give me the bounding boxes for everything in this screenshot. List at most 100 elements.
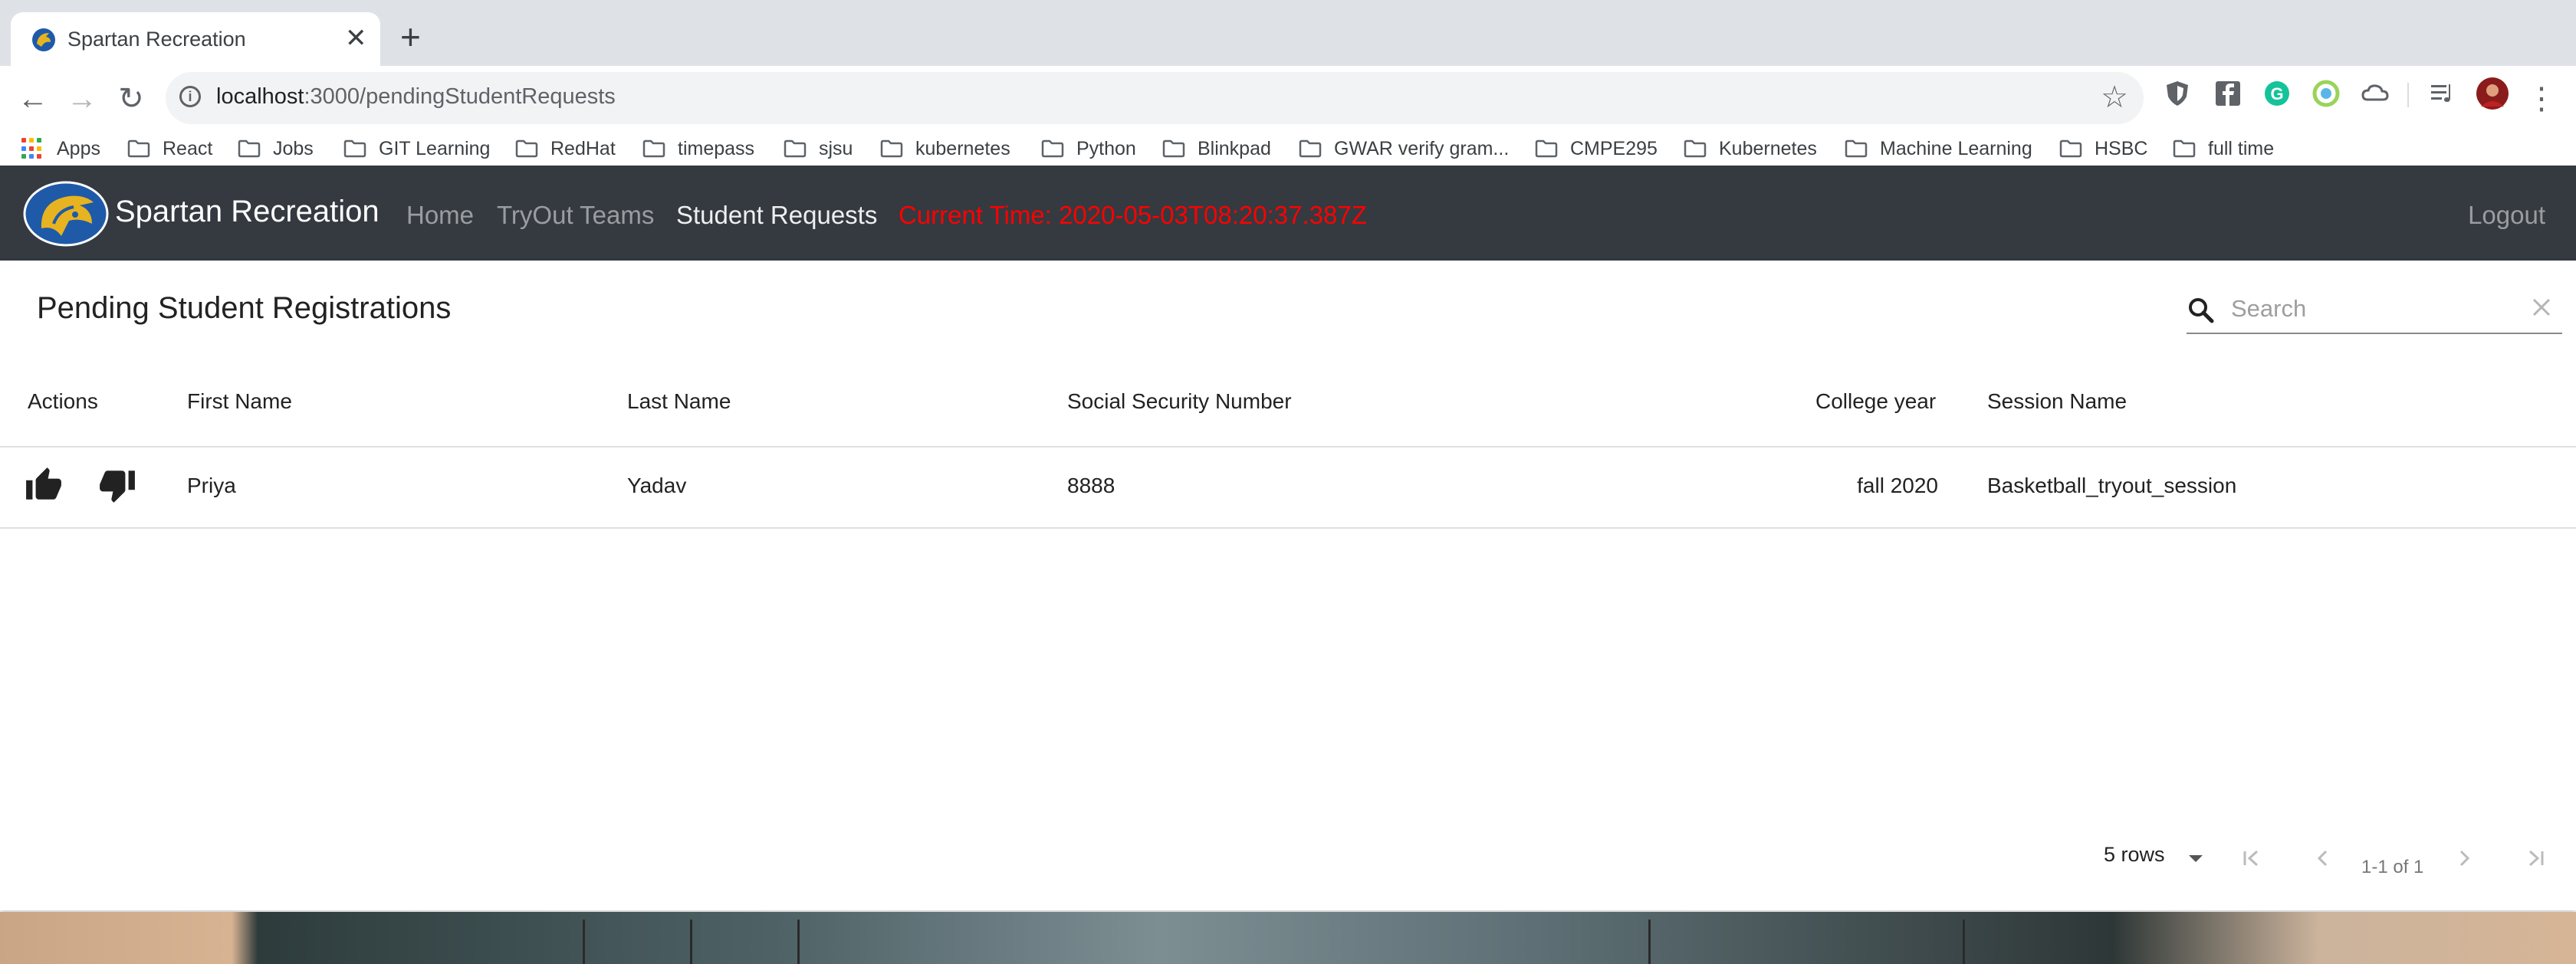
column-header-session-name[interactable]: Session Name bbox=[1987, 389, 2127, 414]
bookmark-folder[interactable]: full time bbox=[2173, 132, 2274, 166]
background-image bbox=[0, 912, 2576, 964]
current-time: Current Time: 2020-05-03T08:20:37.387Z bbox=[899, 201, 1367, 229]
previous-page-icon[interactable] bbox=[2309, 844, 2337, 872]
bookmark-folder[interactable]: Blinkpad bbox=[1162, 132, 1271, 166]
new-tab-icon[interactable]: + bbox=[400, 19, 421, 54]
dropdown-arrow-icon[interactable] bbox=[2182, 844, 2210, 872]
reload-icon[interactable]: ↻ bbox=[112, 80, 150, 118]
bookmark-folder[interactable]: React bbox=[127, 132, 212, 166]
column-header-first-name[interactable]: First Name bbox=[187, 389, 292, 414]
building-window bbox=[583, 920, 585, 964]
folder-icon bbox=[642, 139, 665, 158]
reject-thumbs-down-icon[interactable] bbox=[98, 466, 136, 504]
bookmark-folder[interactable]: Kubernetes bbox=[1684, 132, 1817, 166]
column-header-ssn[interactable]: Social Security Number bbox=[1067, 389, 1292, 414]
bookmark-folder[interactable]: Machine Learning bbox=[1845, 132, 2032, 166]
folder-icon bbox=[1041, 139, 1064, 158]
folder-icon bbox=[127, 139, 150, 158]
cell-first-name: Priya bbox=[187, 474, 236, 497]
cell-ssn: 8888 bbox=[1067, 474, 1116, 497]
cell-session-name: Basketball_tryout_session bbox=[1987, 474, 2237, 497]
registrations-panel: Pending Student Registrations Actions Fi… bbox=[0, 261, 2576, 910]
bookmark-label: Apps bbox=[57, 137, 100, 159]
tab-title: Spartan Recreation bbox=[67, 28, 246, 51]
folder-icon bbox=[784, 139, 807, 158]
bookmark-folder[interactable]: Python bbox=[1041, 132, 1136, 166]
user-avatar-icon[interactable] bbox=[2476, 77, 2509, 110]
bookmark-folder[interactable]: sjsu bbox=[784, 132, 853, 166]
app-brand[interactable]: Spartan Recreation bbox=[115, 195, 380, 229]
bookmark-label: timepass bbox=[678, 137, 755, 159]
nav-link-home[interactable]: Home bbox=[406, 201, 474, 230]
search-input[interactable] bbox=[2229, 288, 2509, 330]
column-header-last-name[interactable]: Last Name bbox=[627, 389, 731, 414]
rows-per-page-select[interactable]: 5 rows bbox=[2104, 843, 2165, 867]
bookmark-apps[interactable]: Apps bbox=[21, 132, 100, 166]
grammarly-extension-icon[interactable]: G bbox=[2262, 78, 2292, 109]
bookmark-label: Kubernetes bbox=[1719, 137, 1817, 159]
bookmark-folder[interactable]: HSBC bbox=[2059, 132, 2147, 166]
address-bar[interactable]: i localhost:3000/pendingStudentRequests … bbox=[166, 72, 2144, 124]
pagination-count: 1-1 of 1 bbox=[2361, 857, 2424, 877]
url-text: localhost:3000/pendingStudentRequests bbox=[216, 84, 616, 109]
approve-thumbs-up-icon[interactable] bbox=[25, 466, 63, 504]
bookmark-folder[interactable]: Jobs bbox=[238, 132, 314, 166]
color-picker-extension-icon[interactable] bbox=[2311, 78, 2341, 109]
browser-tab-strip: Spartan Recreation ✕ + bbox=[0, 0, 2576, 66]
bookmark-label: GWAR verify gram... bbox=[1334, 137, 1510, 159]
first-page-icon[interactable] bbox=[2237, 844, 2265, 872]
bookmark-folder[interactable]: timepass bbox=[642, 132, 754, 166]
folder-icon bbox=[880, 139, 903, 158]
bookmark-folder[interactable]: GWAR verify gram... bbox=[1299, 132, 1509, 166]
bookmark-label: React bbox=[163, 137, 213, 159]
site-info-icon[interactable]: i bbox=[179, 86, 201, 107]
spartan-logo-icon[interactable] bbox=[23, 181, 109, 247]
bookmark-folder[interactable]: RedHat bbox=[515, 132, 616, 166]
bookmark-label: CMPE295 bbox=[1570, 137, 1658, 159]
header-divider bbox=[0, 446, 2576, 448]
browser-toolbar: ← → ↻ i localhost:3000/pendingStudentReq… bbox=[0, 66, 2576, 132]
facebook-extension-icon[interactable] bbox=[2213, 78, 2243, 109]
bookmark-folder[interactable]: kubernetes bbox=[880, 132, 1010, 166]
forward-arrow-icon[interactable]: → bbox=[63, 80, 101, 118]
column-header-college-year[interactable]: College year bbox=[1815, 389, 1936, 414]
bookmark-star-icon[interactable]: ☆ bbox=[2101, 80, 2128, 115]
nav-link-tryout-teams[interactable]: TryOut Teams bbox=[497, 201, 654, 230]
media-playlist-icon[interactable] bbox=[2427, 78, 2458, 109]
browser-menu-icon[interactable]: ⋮ bbox=[2522, 80, 2561, 118]
logout-link[interactable]: Logout bbox=[2468, 201, 2545, 230]
folder-icon bbox=[2059, 139, 2082, 158]
cloud-extension-icon[interactable] bbox=[2360, 78, 2390, 109]
bookmark-label: Python bbox=[1076, 137, 1136, 159]
row-divider bbox=[0, 527, 2576, 529]
folder-icon bbox=[343, 139, 366, 158]
bookmark-label: Blinkpad bbox=[1198, 137, 1271, 159]
folder-icon bbox=[1299, 139, 1322, 158]
svg-text:G: G bbox=[2270, 84, 2283, 103]
browser-tab[interactable]: Spartan Recreation ✕ bbox=[11, 12, 380, 66]
bookmark-folder[interactable]: GIT Learning bbox=[343, 132, 490, 166]
last-page-icon[interactable] bbox=[2522, 844, 2550, 872]
cell-college-year: fall 2020 bbox=[1857, 474, 1938, 497]
folder-icon bbox=[1845, 139, 1868, 158]
bookmark-folder[interactable]: CMPE295 bbox=[1535, 132, 1658, 166]
bookmark-label: GIT Learning bbox=[379, 137, 491, 159]
folder-icon bbox=[1684, 139, 1707, 158]
folder-icon bbox=[238, 139, 261, 158]
page-title: Pending Student Registrations bbox=[37, 291, 452, 325]
folder-icon bbox=[515, 139, 538, 158]
folder-icon bbox=[1535, 139, 1558, 158]
bookmark-label: Jobs bbox=[273, 137, 314, 159]
bookmarks-bar: Apps React Jobs GIT Learning RedHat time… bbox=[0, 132, 2576, 166]
nav-link-student-requests[interactable]: Student Requests bbox=[676, 201, 877, 230]
shield-extension-icon[interactable] bbox=[2162, 78, 2193, 109]
bookmark-label: sjsu bbox=[819, 137, 853, 159]
building-window bbox=[1963, 920, 1965, 964]
close-tab-icon[interactable]: ✕ bbox=[345, 25, 367, 52]
clear-search-icon[interactable] bbox=[2528, 294, 2555, 320]
apps-grid-icon bbox=[21, 138, 43, 159]
bookmark-label: RedHat bbox=[550, 137, 616, 159]
bookmark-label: kubernetes bbox=[915, 137, 1010, 159]
back-arrow-icon[interactable]: ← bbox=[14, 80, 52, 118]
next-page-icon[interactable] bbox=[2450, 844, 2478, 872]
